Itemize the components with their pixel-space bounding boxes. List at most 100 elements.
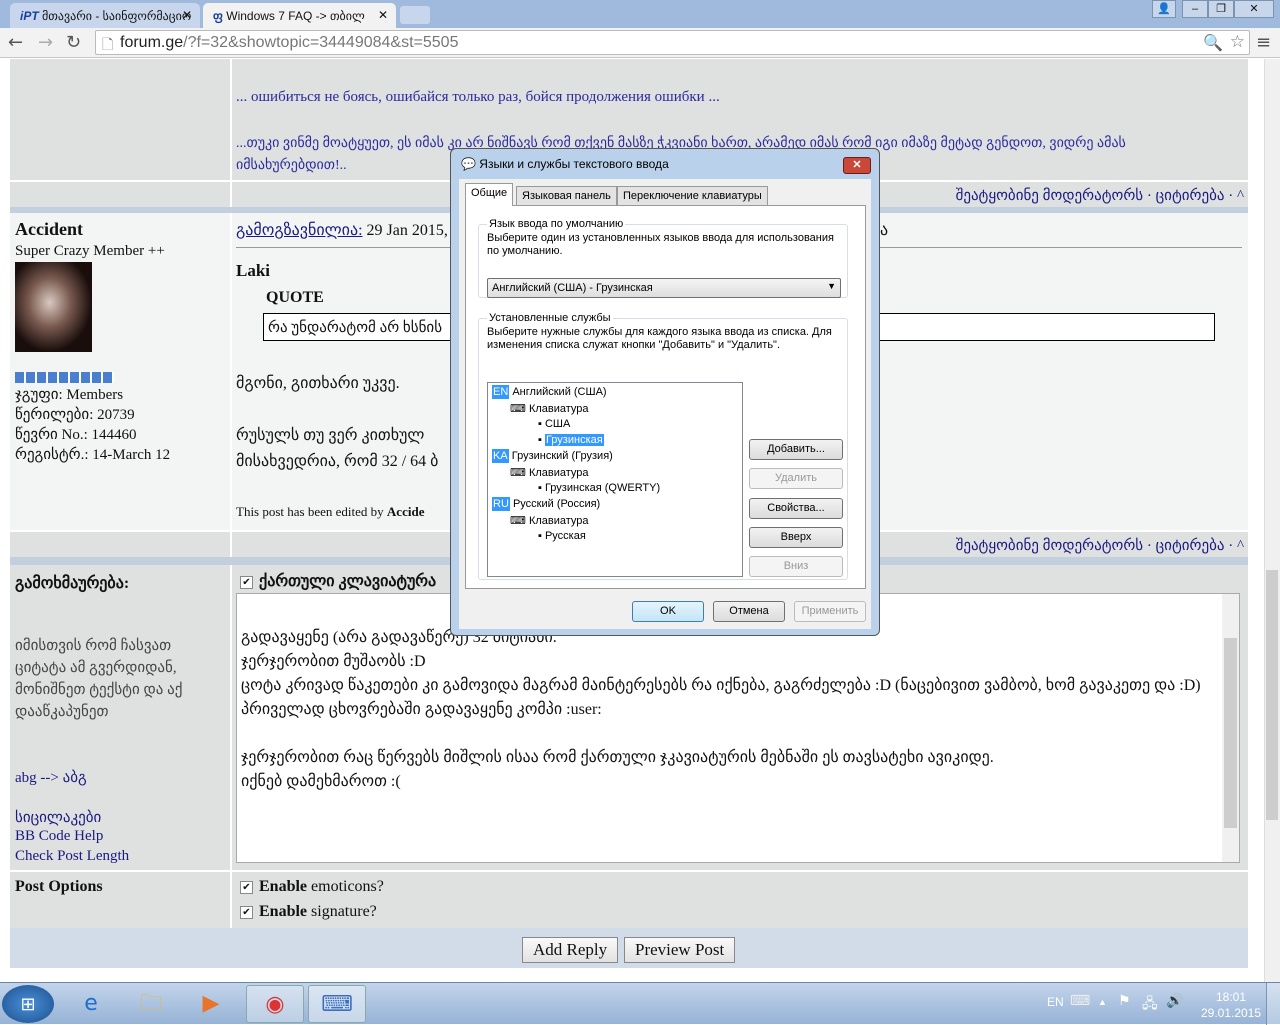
textarea-scrollbar[interactable] bbox=[1222, 594, 1239, 862]
add-button[interactable]: Добавить... bbox=[749, 439, 843, 460]
post-action-links[interactable]: შეატყობინე მოდერატორს · ციტირება · ^ bbox=[956, 186, 1244, 205]
tree-layout[interactable]: ▪ Грузинская (QWERTY) bbox=[538, 482, 660, 494]
properties-button[interactable]: Свойства... bbox=[749, 498, 843, 519]
lang-name: Английский (США) bbox=[512, 386, 607, 398]
site-favicon: ფ bbox=[213, 9, 223, 23]
tree-layout[interactable]: ▪ США bbox=[538, 418, 570, 430]
move-down-button[interactable]: Вниз bbox=[749, 556, 843, 577]
installed-services-group: Установленные службы Выберите нужные слу… bbox=[478, 312, 848, 580]
post-options: Post Options ✔ Enable emoticons? ✔ Enable … bbox=[10, 870, 1248, 928]
page-scrollbar[interactable] bbox=[1264, 59, 1280, 982]
close-window-button[interactable]: ✕ bbox=[1234, 0, 1274, 18]
keyboard-tray-icon[interactable]: ⌨ bbox=[1070, 993, 1090, 1009]
left-col: Post Options bbox=[10, 872, 232, 928]
group-description: Выберите один из установленных языков вв… bbox=[487, 232, 834, 257]
chrome-icon[interactable]: ◉ bbox=[246, 985, 304, 1023]
apply-button[interactable]: Применить bbox=[794, 601, 866, 622]
close-tab-icon[interactable]: ✕ bbox=[378, 8, 388, 22]
explorer-folder-icon[interactable]: 🗀 bbox=[122, 985, 180, 1023]
post-text: მგონი, გითხარი უკვე. bbox=[236, 375, 400, 392]
group-label: Язык ввода по умолчанию bbox=[489, 218, 624, 230]
menu-icon[interactable]: ≡ bbox=[1256, 32, 1271, 53]
clock[interactable]: 18:01 29.01.2015 bbox=[1200, 989, 1262, 1021]
kb-label: Клавиатура bbox=[528, 467, 589, 479]
zoom-icon[interactable]: 🔍 bbox=[1203, 33, 1223, 53]
move-up-button[interactable]: Вверх bbox=[749, 527, 843, 548]
site-favicon: iPT bbox=[20, 9, 39, 23]
tree-keyboard[interactable]: ⌨ Клавиатура bbox=[510, 514, 589, 527]
text-line: იქნებ დამეხმაროთ :( bbox=[241, 773, 401, 790]
remove-button[interactable]: Удалить bbox=[749, 468, 843, 489]
ok-button[interactable]: OK bbox=[632, 601, 704, 622]
quote-label: QUOTE bbox=[266, 289, 324, 306]
close-tab-icon[interactable]: ✕ bbox=[182, 8, 192, 22]
text-line: ჯერჯერობით რაც წერვებს მიშლის ისაა რომ ქ… bbox=[241, 749, 994, 766]
author-name[interactable]: Accident bbox=[15, 219, 83, 240]
kb-label: Клавиатура bbox=[528, 515, 589, 527]
bookmark-star-icon[interactable]: ☆ bbox=[1230, 32, 1245, 52]
option-label: Enable bbox=[259, 903, 308, 920]
tab-general[interactable]: Общие bbox=[465, 183, 514, 206]
volume-icon[interactable]: 🔊 bbox=[1166, 993, 1183, 1010]
tab-key-settings[interactable]: Переключение клавиатуры bbox=[617, 186, 768, 206]
layout-name: Грузинская (QWERTY) bbox=[544, 482, 661, 494]
minimize-button[interactable]: – bbox=[1182, 0, 1208, 18]
forward-icon[interactable]: → bbox=[38, 32, 53, 53]
cancel-button[interactable]: Отмена bbox=[713, 601, 785, 622]
post-permalink[interactable]: გამოგზავნილია: bbox=[236, 222, 363, 239]
bbcode-help-link[interactable]: BB Code Help bbox=[15, 828, 103, 845]
tab-title: Windows 7 FAQ -> თბილ bbox=[226, 9, 365, 23]
add-reply-button[interactable]: Add Reply bbox=[522, 937, 619, 963]
media-player-icon[interactable]: ▶ bbox=[182, 985, 240, 1023]
signature-checkbox[interactable]: ✔ bbox=[240, 905, 253, 919]
network-icon[interactable]: 🖧 bbox=[1142, 993, 1158, 1017]
tree-keyboard[interactable]: ⌨ Клавиатура bbox=[510, 466, 589, 479]
option-label: Enable bbox=[259, 878, 308, 895]
new-tab-button[interactable] bbox=[400, 6, 430, 24]
show-desktop-button[interactable] bbox=[1266, 983, 1280, 1025]
tree-layout-selected[interactable]: ▪ Грузинская bbox=[538, 434, 604, 446]
tree-language[interactable]: RU Русский (Россия) bbox=[492, 497, 600, 511]
tab-main[interactable]: iPT მთავარი - საინფორმაციო ✕ bbox=[10, 3, 200, 28]
post-action-links[interactable]: შეატყობინე მოდერატორს · ციტირება · ^ bbox=[956, 536, 1244, 555]
check-length-link[interactable]: Check Post Length bbox=[15, 848, 129, 865]
browser-tab-bar: iPT მთავარი - საინფორმაციო ✕ ფ Windows 7 … bbox=[0, 0, 1280, 28]
emoticons-checkbox[interactable]: ✔ bbox=[240, 880, 253, 894]
left-col bbox=[10, 59, 232, 180]
lang-badge: EN bbox=[492, 385, 510, 399]
tree-language[interactable]: EN Английский (США) bbox=[492, 385, 607, 399]
tab-windows7-faq[interactable]: ფ Windows 7 FAQ -> თბილ ✕ bbox=[203, 3, 396, 28]
left-col bbox=[10, 182, 232, 207]
rank-pips bbox=[15, 372, 114, 383]
tree-keyboard[interactable]: ⌨ Клавиатура bbox=[510, 402, 589, 415]
show-hidden-icons[interactable]: ▲ bbox=[1098, 997, 1107, 1007]
page-icon: 🗋 bbox=[102, 36, 114, 52]
language-indicator[interactable]: EN bbox=[1047, 995, 1064, 1009]
author-stats: ჯგუფი: Members წერილები: 20739 წევრი No.… bbox=[15, 385, 170, 465]
georgian-keyboard-checkbox[interactable]: ✔ bbox=[240, 575, 253, 589]
smilies-link[interactable]: სიცილაკები bbox=[15, 808, 101, 827]
dialog-close-button[interactable]: ✕ bbox=[843, 157, 871, 174]
preview-post-button[interactable]: Preview Post bbox=[624, 937, 736, 963]
start-button[interactable]: ⊞ bbox=[2, 985, 54, 1023]
address-bar[interactable]: 🗋 forum.ge/?f=32&showtopic=34449084&st=5… bbox=[95, 30, 1250, 55]
user-icon[interactable]: 👤 bbox=[1152, 0, 1176, 18]
maximize-button[interactable]: ❐ bbox=[1208, 0, 1234, 18]
default-language-select[interactable]: Английский (США) - Грузинская ▼ bbox=[487, 278, 841, 298]
transliteration-link[interactable]: abg --> აბგ bbox=[15, 768, 87, 787]
tree-layout[interactable]: ▪ Русская bbox=[538, 530, 586, 542]
browser-toolbar: ← → ↻ 🗋 forum.ge/?f=32&showtopic=3444908… bbox=[0, 28, 1280, 58]
option-label: signature? bbox=[307, 903, 377, 920]
action-center-flag-icon[interactable]: ⚑ bbox=[1118, 993, 1131, 1010]
text-line: პრიველად ცხოვრებაში გადავაყენე კომპი :us… bbox=[241, 701, 602, 718]
reload-icon[interactable]: ↻ bbox=[66, 32, 81, 53]
tree-language[interactable]: KA Грузинский (Грузия) bbox=[492, 449, 613, 463]
reply-sidebar: გამოხმაურება: იმისთვის რომ ჩასვათ ციტატა… bbox=[10, 565, 232, 870]
form-buttons: Add Reply Preview Post bbox=[10, 928, 1248, 968]
internet-explorer-icon[interactable]: e bbox=[62, 985, 120, 1023]
scrollbar-thumb[interactable] bbox=[1266, 570, 1278, 820]
text-services-taskbar-icon[interactable]: ⌨ bbox=[308, 985, 366, 1023]
tab-language-bar[interactable]: Языковая панель bbox=[516, 186, 617, 206]
back-icon[interactable]: ← bbox=[8, 32, 23, 53]
services-tree[interactable]: EN Английский (США) ⌨ Клавиатура ▪ США ▪… bbox=[487, 382, 743, 577]
